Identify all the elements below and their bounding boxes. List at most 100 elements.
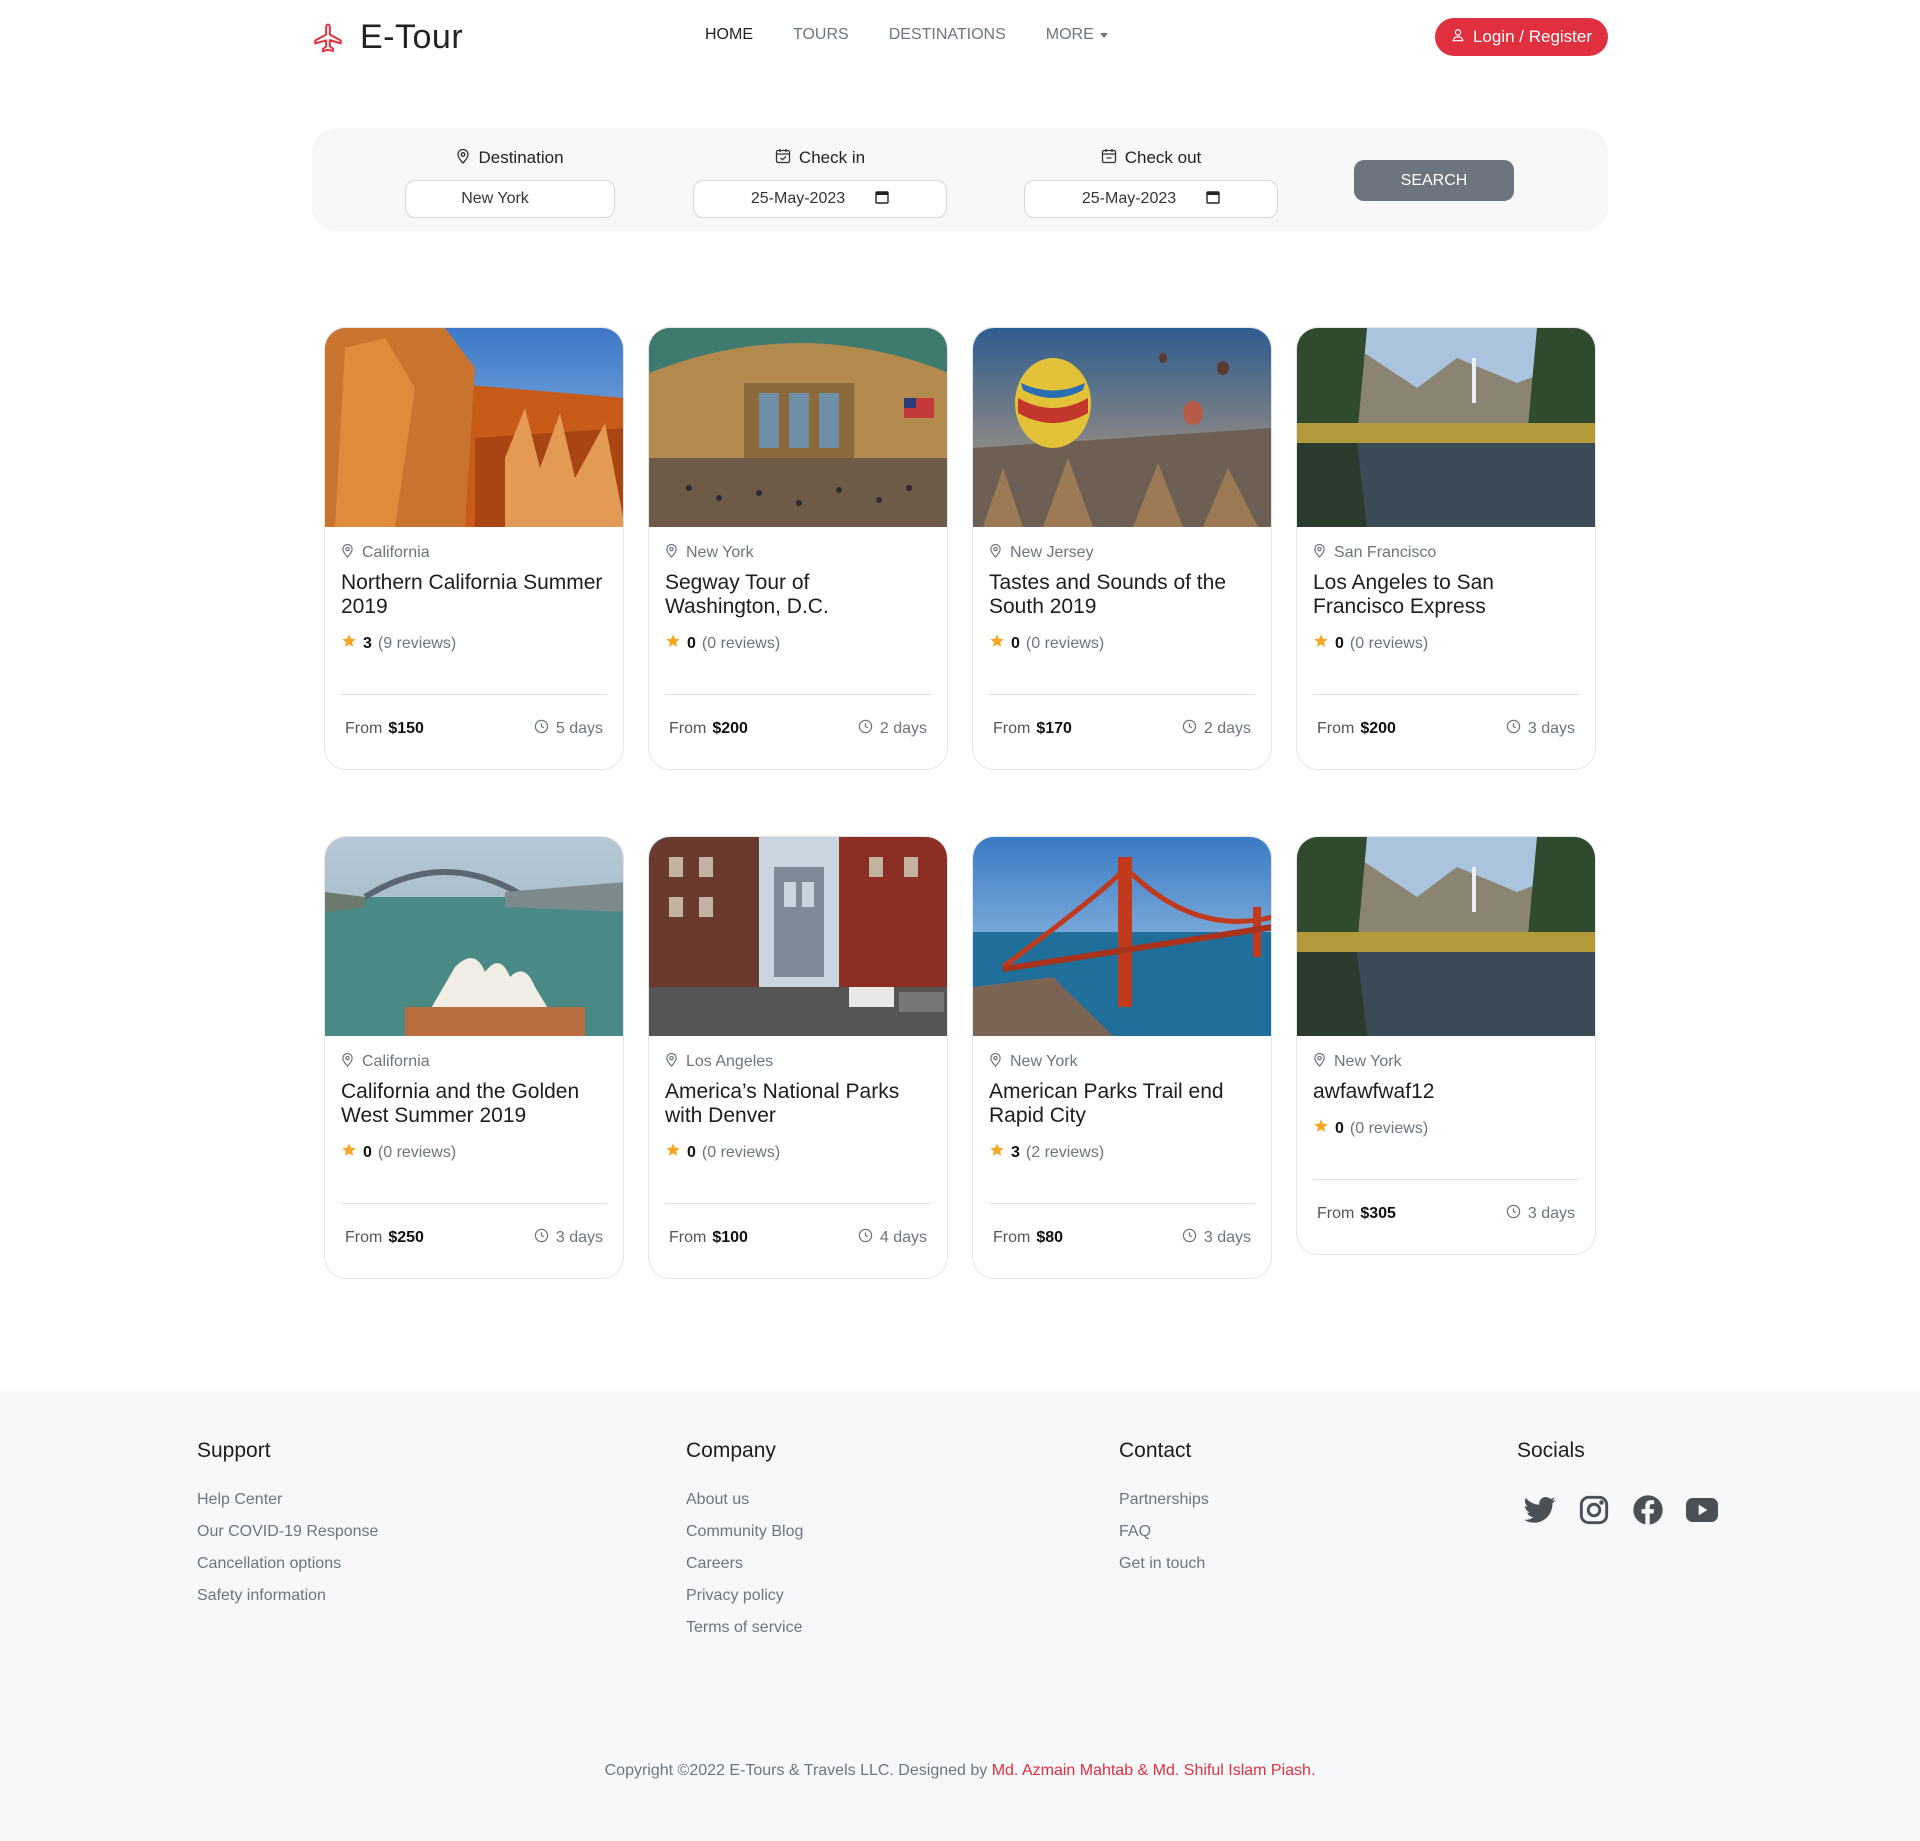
tour-card[interactable]: New Jersey Tastes and Sounds of the South… <box>972 327 1272 770</box>
tour-location: San Francisco <box>1334 544 1437 561</box>
tour-title[interactable]: American Parks Trail end Rapid City <box>989 1080 1255 1128</box>
main-nav: HOME TOURS DESTINATIONS MORE <box>705 26 1108 44</box>
footer-support: Support Help Center Our COVID-19 Respons… <box>197 1439 378 1617</box>
tour-price: From $150 <box>345 720 424 738</box>
tour-title[interactable]: Los Angeles to San Francisco Express <box>1313 571 1579 619</box>
tour-card[interactable]: San Francisco Los Angeles to San Francisc… <box>1296 327 1596 770</box>
nav-more-dropdown[interactable]: MORE <box>1046 26 1108 44</box>
tour-photo[interactable] <box>1297 328 1595 527</box>
footer-company-title: Company <box>686 1439 776 1462</box>
price-label: From <box>345 1229 383 1246</box>
tour-card[interactable]: Los Angeles America’s National Parks with… <box>648 836 948 1279</box>
footer-link-about[interactable]: About us <box>686 1489 803 1521</box>
tour-duration: 2 days <box>1203 720 1251 737</box>
tour-location: New York <box>686 544 754 561</box>
star-icon <box>341 633 357 654</box>
tour-price: From $200 <box>669 720 748 738</box>
search-button[interactable]: SEARCH <box>1354 160 1514 201</box>
tour-photo[interactable] <box>325 328 623 527</box>
tour-rating: 3 <box>363 634 372 652</box>
tour-photo[interactable] <box>973 328 1271 527</box>
footer-link-careers[interactable]: Careers <box>686 1553 803 1585</box>
price-label: From <box>345 720 383 737</box>
tour-photo[interactable] <box>649 837 947 1036</box>
tour-price: From $100 <box>669 1229 748 1247</box>
clock-icon <box>1506 1204 1521 1224</box>
map-pin-icon <box>989 543 1002 563</box>
footer-link-get-in-touch[interactable]: Get in touch <box>1119 1553 1209 1585</box>
tour-title[interactable]: Northern California Summer 2019 <box>341 571 607 619</box>
tour-photo[interactable] <box>973 837 1271 1036</box>
footer-contact: Contact Partnerships FAQ Get in touch <box>1119 1439 1209 1585</box>
tour-location: Los Angeles <box>686 1053 774 1070</box>
tour-card[interactable]: California Northern California Summer 201… <box>324 327 624 770</box>
checkout-value: 25-May-2023 <box>1081 190 1177 207</box>
footer-link-covid[interactable]: Our COVID-19 Response <box>197 1521 378 1553</box>
tour-price: From $305 <box>1317 1205 1396 1223</box>
footer-link-terms[interactable]: Terms of service <box>686 1617 803 1649</box>
clock-icon <box>1182 1228 1197 1248</box>
tour-price: From $200 <box>1317 720 1396 738</box>
site-header: E-Tour HOME TOURS DESTINATIONS MORE Logi… <box>0 0 1920 74</box>
footer-link-faq[interactable]: FAQ <box>1119 1521 1209 1553</box>
twitter-icon[interactable] <box>1523 1493 1557 1527</box>
tour-reviews: (0 reviews) <box>701 634 781 652</box>
tour-title[interactable]: America’s National Parks with Denver <box>665 1080 931 1128</box>
star-icon <box>1313 1118 1329 1139</box>
tour-title[interactable]: Tastes and Sounds of the South 2019 <box>989 571 1255 619</box>
tour-reviews: (0 reviews) <box>1349 634 1429 652</box>
checkin-date-input[interactable]: 25-May-2023 <box>693 180 947 218</box>
checkout-date-input[interactable]: 25-May-2023 <box>1024 180 1278 218</box>
tour-photo[interactable] <box>1297 837 1595 1036</box>
nav-destinations[interactable]: DESTINATIONS <box>889 26 1006 44</box>
footer-link-cancellation[interactable]: Cancellation options <box>197 1553 378 1585</box>
footer-company: Company About us Community Blog Careers … <box>686 1439 803 1649</box>
map-pin-icon <box>665 1052 678 1072</box>
destination-value: New York <box>461 190 529 207</box>
price-value: $150 <box>388 720 424 737</box>
authors-link[interactable]: Md. Azmain Mahtab & Md. Shiful Islam Pia… <box>992 1762 1316 1779</box>
tour-title[interactable]: awfawfwaf12 <box>1313 1080 1579 1104</box>
price-value: $200 <box>1360 720 1396 737</box>
footer-link-safety[interactable]: Safety information <box>197 1585 378 1617</box>
tour-title[interactable]: Segway Tour of Washington, D.C. <box>665 571 931 619</box>
price-label: From <box>669 1229 707 1246</box>
nav-home[interactable]: HOME <box>705 26 753 44</box>
star-icon <box>989 1142 1005 1163</box>
footer-contact-title: Contact <box>1119 1439 1192 1462</box>
youtube-icon[interactable] <box>1685 1493 1719 1527</box>
tour-title[interactable]: California and the Golden West Summer 20… <box>341 1080 607 1128</box>
map-pin-icon <box>665 543 678 563</box>
tour-reviews: (2 reviews) <box>1025 1143 1105 1161</box>
tour-price: From $170 <box>993 720 1072 738</box>
brand-logo[interactable]: E-Tour <box>310 18 463 57</box>
tour-photo[interactable] <box>325 837 623 1036</box>
tour-photo[interactable] <box>649 328 947 527</box>
calendar-picker-icon[interactable] <box>875 190 889 209</box>
tour-reviews: (0 reviews) <box>1349 1119 1429 1137</box>
map-pin-icon <box>1313 1052 1326 1072</box>
destination-input[interactable]: New York <box>405 180 615 218</box>
calendar-picker-icon[interactable] <box>1206 190 1220 209</box>
map-pin-icon <box>341 543 354 563</box>
tour-rating: 0 <box>1335 1119 1344 1137</box>
airplane-icon <box>310 20 346 56</box>
footer-link-blog[interactable]: Community Blog <box>686 1521 803 1553</box>
clock-icon <box>858 1228 873 1248</box>
tour-duration: 2 days <box>879 720 927 737</box>
tour-duration: 4 days <box>879 1229 927 1246</box>
tour-card[interactable]: New York awfawfwaf12 0 (0 reviews) From $305 3… <box>1296 836 1596 1255</box>
footer-link-partnerships[interactable]: Partnerships <box>1119 1489 1209 1521</box>
tour-card[interactable]: New York American Parks Trail end Rapid C… <box>972 836 1272 1279</box>
login-register-button[interactable]: Login / Register <box>1435 18 1608 56</box>
instagram-icon[interactable] <box>1577 1493 1611 1527</box>
footer-link-privacy[interactable]: Privacy policy <box>686 1585 803 1617</box>
tour-card[interactable]: California California and the Golden West… <box>324 836 624 1279</box>
tour-card[interactable]: New York Segway Tour of Washington, D.C. 0… <box>648 327 948 770</box>
clock-icon <box>858 719 873 739</box>
facebook-icon[interactable] <box>1631 1493 1665 1527</box>
tour-duration: 3 days <box>1527 720 1575 737</box>
nav-tours[interactable]: TOURS <box>793 26 849 44</box>
tour-location: California <box>362 1053 430 1070</box>
footer-link-help-center[interactable]: Help Center <box>197 1489 378 1521</box>
